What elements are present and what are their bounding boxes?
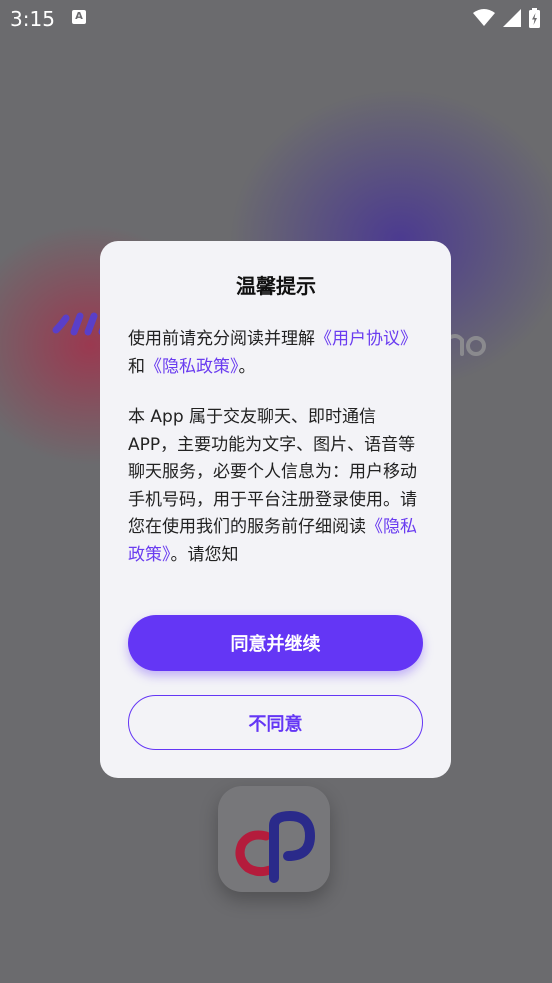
- paragraph-1-prefix: 使用前请充分阅读并理解: [128, 329, 315, 349]
- user-agreement-link[interactable]: 《用户协议》: [315, 329, 417, 349]
- cp-logo-icon: [235, 810, 316, 883]
- status-icons: [473, 7, 540, 29]
- dialog-paragraph-2: 本 App 属于交友聊天、即时通信APP，主要功能为文字、图片、语音等聊天服务，…: [128, 404, 424, 569]
- paragraph-1-middle: 和: [128, 356, 145, 377]
- signal-icon: [503, 9, 521, 27]
- status-time: 3:15: [10, 7, 55, 31]
- dialog-paragraph-1: 使用前请充分阅读并理解《用户协议》和《隐私政策》。: [128, 326, 424, 381]
- battery-charging-icon: [529, 8, 540, 28]
- app-logo: [218, 786, 330, 892]
- privacy-policy-link[interactable]: 《隐私政策》: [145, 357, 239, 377]
- disagree-button[interactable]: 不同意: [128, 695, 423, 750]
- agree-and-continue-button[interactable]: 同意并继续: [128, 615, 423, 671]
- paragraph-2-tail: 。请您知: [170, 544, 239, 565]
- wifi-icon: [473, 9, 495, 26]
- paragraph-1-suffix: 。: [238, 356, 256, 377]
- dialog-body: 使用前请充分阅读并理解《用户协议》和《隐私政策》。 本 App 属于交友聊天、即…: [128, 326, 424, 574]
- status-bar: 3:15 A: [0, 0, 552, 36]
- a-letter-notification-icon: A: [72, 10, 86, 24]
- dialog-title: 温馨提示: [236, 274, 316, 298]
